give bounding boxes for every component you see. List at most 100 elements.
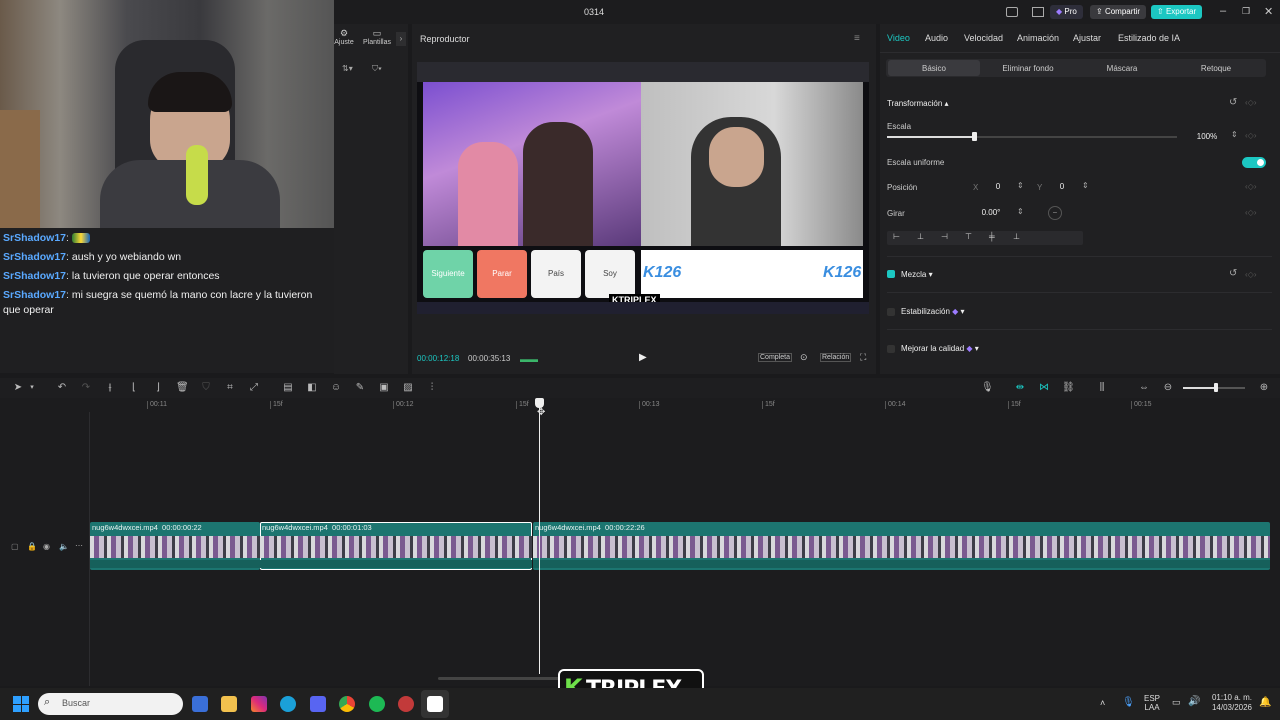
video-clip[interactable]: nug6w4dwxcei.mp4 00:00:22:26 [533,522,1270,570]
uniform-scale-toggle[interactable] [1242,157,1266,168]
zoom-in-icon[interactable]: ⊕ [1258,382,1270,394]
clock[interactable]: 01:10 a. m. 14/03/2026 [1206,693,1252,713]
edge-icon[interactable] [280,696,296,712]
completa-button[interactable]: Completa [758,353,792,362]
keyframe-icon[interactable]: ‹◇› [1245,208,1256,217]
align-middle-icon[interactable]: ╪ [989,232,995,241]
rotate-dial-icon[interactable]: – [1048,206,1062,220]
volume-icon[interactable]: 🔊 [1188,696,1200,707]
image-icon[interactable]: ▨ [402,382,414,394]
tab-velocidad[interactable]: Velocidad [964,33,1003,43]
align-right-icon[interactable]: ⊣ [941,232,948,241]
pos-y-input[interactable]: 0 [1046,180,1078,194]
export-button[interactable]: ⇧ Exportar [1151,5,1203,19]
subtab-eliminar-fondo[interactable]: Eliminar fondo [982,64,1074,73]
fit-icon[interactable]: ⇔ [1138,382,1150,394]
mejorar-checkbox[interactable] [887,345,895,353]
align-top-icon[interactable]: ⊤ [965,232,972,241]
shield-icon[interactable]: ⛉ [200,382,212,394]
chevron-up-icon[interactable]: ˄ [1100,698,1105,708]
time-ruler[interactable]: 00:11 15f 00:12 15f 00:13 15f 00:14 15f … [0,398,1280,412]
estabilizacion-header[interactable]: Estabilización ◆ ▾ [901,307,965,316]
person-icon[interactable]: ☺ [330,382,342,394]
magic-icon[interactable]: ✎ [354,382,366,394]
minimize-icon[interactable]: – [1220,5,1226,17]
reset-icon[interactable]: ↺ [1229,97,1237,108]
hdr-icon[interactable]: ▣ [378,382,390,394]
subtab-mascara[interactable]: Máscara [1076,64,1168,73]
lock-icon[interactable]: 🔒 [27,542,37,551]
align-center-icon[interactable]: ⊥ [917,232,924,241]
mezcla-checkbox[interactable] [887,270,895,278]
transform-icon[interactable]: ⤢ [248,382,260,394]
filter-icon[interactable]: ⛉▾ [372,64,382,74]
stepper-icon[interactable]: ⇕ [1082,181,1089,190]
task-view-icon[interactable] [192,696,208,712]
keyframe-icon[interactable]: ‹◇› [1245,131,1256,140]
keyframe-icon[interactable]: ‹◇› [1245,270,1256,279]
link-main-icon[interactable]: ⇹ [1014,382,1026,394]
file-explorer-icon[interactable] [221,696,237,712]
tab-estilizado-ia[interactable]: Estilizado de IA [1118,33,1180,43]
transform-header[interactable]: Transformación ▴ [887,99,949,108]
chrome-icon[interactable] [339,696,355,712]
cover-icon[interactable]: ▢ [11,542,19,551]
pos-x-input[interactable]: 0 [982,180,1014,194]
snapshot-icon[interactable]: ⊙ [800,352,808,363]
play-icon[interactable]: ▶ [639,352,647,363]
subtitle-icon[interactable]: ▤ [282,382,294,394]
tab-animacion[interactable]: Animación [1017,33,1059,43]
speaker-icon[interactable]: 🔈 [59,542,69,551]
estabilizacion-checkbox[interactable] [887,308,895,316]
redo-icon[interactable]: ↷ [80,382,92,394]
plantillas-tab[interactable]: ▭ Plantillas [358,28,396,46]
discord-icon[interactable] [310,696,326,712]
network-icon[interactable]: ▭ [1172,697,1181,708]
scale-slider-handle[interactable] [972,132,977,141]
language-indicator[interactable]: ESP LAA [1144,694,1160,712]
trim-right-icon[interactable]: ⌋ [152,382,164,394]
chevron-right-icon[interactable]: › [396,32,406,46]
subtab-retoque[interactable]: Retoque [1170,64,1262,73]
notification-icon[interactable]: 🔔 [1259,697,1271,708]
magnet-icon[interactable]: ⋈ [1038,382,1050,394]
menu-icon[interactable]: ≡ [854,33,860,44]
close-icon[interactable]: ✕ [1264,5,1273,18]
pro-button[interactable]: ◆ Pro [1050,5,1083,19]
undo-icon[interactable]: ↶ [56,382,68,394]
split-icon[interactable]: ⫲ [104,382,116,394]
playhead[interactable] [539,398,540,674]
spotify-icon[interactable] [369,696,385,712]
mezcla-header[interactable]: Mezcla ▾ [901,270,933,279]
instagram-icon[interactable] [251,696,267,712]
taskbar-search[interactable]: ⌕ Buscar [38,693,183,715]
share-button[interactable]: ⇪ Compartir [1090,5,1147,19]
crop-icon[interactable]: ⌗ [224,382,236,394]
subtab-basico[interactable]: Básico [888,64,980,73]
app-icon[interactable] [398,696,414,712]
fullscreen-icon[interactable]: ⛶ [860,352,866,363]
capcut-icon[interactable] [427,696,443,712]
ajuste-tab[interactable]: ⚙ Ajuste [334,28,354,46]
tab-video[interactable]: Video [887,33,910,43]
reset-icon[interactable]: ↺ [1229,268,1237,279]
mejorar-header[interactable]: Mejorar la calidad ◆ ▾ [901,344,979,353]
restore-icon[interactable]: ❐ [1242,6,1250,17]
preview-axis-icon[interactable]: ⫼ [1096,382,1108,394]
mirror-icon[interactable]: ◧ [306,382,318,394]
tab-audio[interactable]: Audio [925,33,948,43]
stepper-icon[interactable]: ⇕ [1017,181,1024,190]
keyframe-icon[interactable]: ‹◇› [1245,98,1256,107]
panel-icon[interactable] [1032,7,1044,17]
align-bottom-icon[interactable]: ⊥ [1013,232,1020,241]
select-tool-icon[interactable]: ➤ [12,382,24,394]
video-clip-selected[interactable]: nug6w4dwxcei.mp4 00:00:01:03 [260,522,532,570]
chevron-down-icon[interactable]: ▾ [26,382,38,394]
align-left-icon[interactable]: ⊢ [893,232,900,241]
video-clip[interactable]: nug6w4dwxcei.mp4 00:00:00:22 [90,522,260,570]
stepper-icon[interactable]: ⇕ [1017,207,1024,216]
trim-left-icon[interactable]: ⌊ [128,382,140,394]
layout-icon[interactable] [1006,7,1018,17]
audio-split-icon[interactable]: ⫶ [426,382,438,394]
tab-ajustar[interactable]: Ajustar [1073,33,1101,43]
